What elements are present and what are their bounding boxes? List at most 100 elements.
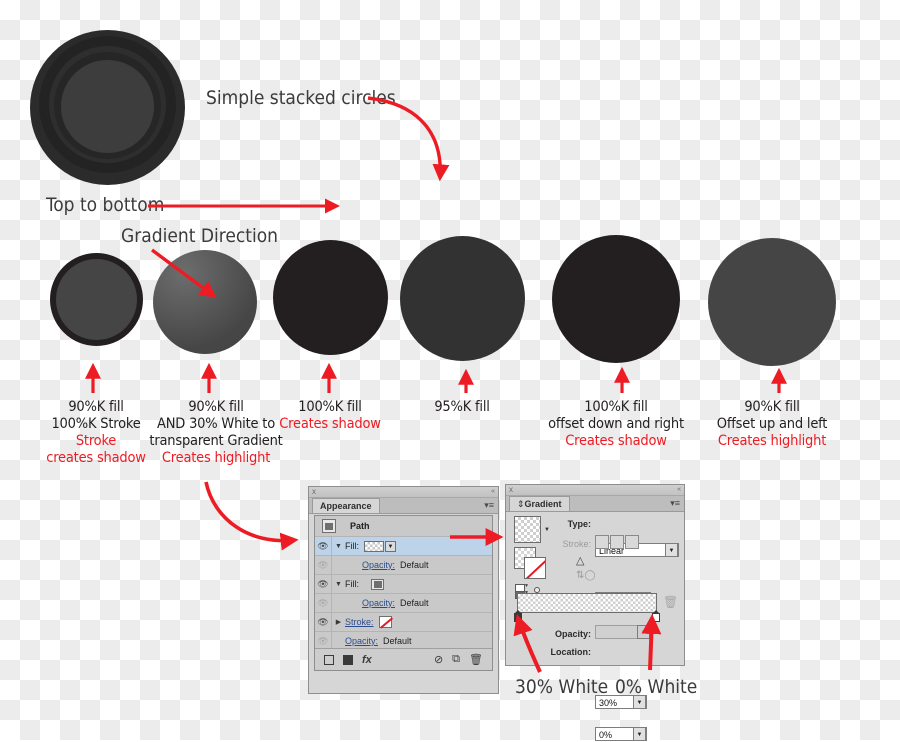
- fill-label-1: Fill:: [345, 541, 359, 551]
- chevron-down-icon-type[interactable]: ▼: [665, 543, 678, 557]
- caption-6-fill: 90%K fill: [744, 399, 800, 415]
- new-fill-icon[interactable]: [324, 654, 334, 665]
- circle-5: [552, 235, 680, 363]
- label-simple-stacked-circles: Simple stacked circles: [206, 87, 396, 109]
- collapse-icon[interactable]: «: [491, 487, 495, 497]
- stroke-gradient-across-icon[interactable]: [625, 535, 639, 549]
- visibility-eye-icon-2[interactable]: 👁: [315, 575, 332, 593]
- appearance-panel-titlebar[interactable]: x «: [309, 487, 498, 498]
- close-icon[interactable]: x: [312, 487, 316, 497]
- gradient-location-value: 0%: [599, 730, 613, 740]
- gradient-tab-icon: ⇕: [517, 499, 525, 509]
- none-slash-icon: [525, 558, 545, 578]
- caption-2-effect-1: Creates highlight: [161, 450, 271, 466]
- caption-3-effect-1: Creates shadow: [279, 416, 381, 432]
- label-0-white: 0% White: [615, 676, 698, 698]
- chevron-down-icon[interactable]: ▼: [332, 543, 345, 550]
- fx-icon[interactable]: fx: [362, 654, 372, 666]
- appearance-row-stroke[interactable]: 👁 ▶ Stroke:: [315, 613, 492, 632]
- tab-appearance[interactable]: Appearance: [312, 498, 380, 513]
- arrow-simple-stacked-circles: [367, 96, 450, 182]
- opacity-value-3: Default: [383, 636, 412, 646]
- chevron-down-icon-location[interactable]: ▼: [633, 727, 646, 741]
- gradient-stop-right[interactable]: [652, 610, 660, 622]
- gradient-swatch-icon[interactable]: [364, 540, 384, 552]
- label-top-to-bottom: Top to bottom: [46, 194, 165, 216]
- panel-menu-icon-gradient[interactable]: ▾≡: [670, 497, 680, 510]
- stacked-ring-inner: [61, 60, 154, 153]
- appearance-list: Path 👁 ▼ Fill: ▼ 👁 Opacity: Default 👁 ▼ …: [314, 515, 493, 671]
- opacity-value-2: Default: [400, 598, 429, 608]
- chevron-down-icon-aspect[interactable]: ▼: [637, 625, 650, 639]
- label-30-white: 30% White: [515, 676, 609, 698]
- opacity-value-1: Default: [400, 560, 429, 570]
- gradient-location-label: Location:: [550, 647, 592, 657]
- opacity-link-3[interactable]: Opacity:: [345, 636, 378, 646]
- type-label: Type:: [567, 519, 591, 529]
- gradient-stop-left[interactable]: [514, 610, 522, 622]
- caption-6-effect-1: Creates highlight: [717, 433, 827, 449]
- gradient-preview-swatch[interactable]: [514, 516, 541, 543]
- gradient-location-input[interactable]: 0% ▼: [595, 727, 647, 741]
- gradient-opacity-label: Opacity:: [554, 629, 591, 639]
- object-thumbnail-icon: [322, 519, 336, 533]
- appearance-panel[interactable]: x « Appearance ▾≡ Path 👁 ▼ Fill: ▼ 👁 Opa…: [308, 486, 499, 694]
- appearance-row-fill2-opacity[interactable]: 👁 Opacity: Default: [315, 594, 492, 613]
- fill-label-2: Fill:: [345, 579, 359, 589]
- visibility-eye-icon-3[interactable]: 👁: [315, 613, 332, 631]
- chevron-right-icon[interactable]: ▶: [332, 618, 345, 626]
- no-stroke-swatch-icon[interactable]: [378, 616, 392, 628]
- panel-menu-icon[interactable]: ▾≡: [484, 499, 494, 512]
- tab-gradient[interactable]: ⇕Gradient: [509, 496, 570, 511]
- delete-item-icon[interactable]: 🗑: [469, 653, 483, 666]
- solid-fill-swatch-icon[interactable]: [371, 578, 384, 590]
- appearance-tabstrip[interactable]: Appearance ▾≡: [309, 498, 498, 514]
- visibility-eye-dim-icon-2[interactable]: 👁: [315, 594, 332, 612]
- delete-stop-icon[interactable]: 🗑: [663, 595, 678, 609]
- gradient-tab-label: Gradient: [524, 499, 562, 509]
- caption-6-stroke: Offset up and left: [716, 416, 828, 432]
- appearance-row-fill-solid[interactable]: 👁 ▼ Fill:: [315, 575, 492, 594]
- caption-3-fill: 100%K fill: [298, 399, 362, 415]
- circle-3: [273, 240, 388, 355]
- circle-4: [400, 236, 525, 361]
- collapse-icon-gradient[interactable]: «: [677, 485, 681, 495]
- visibility-eye-dim-icon[interactable]: 👁: [315, 556, 332, 574]
- gradient-panel-titlebar[interactable]: x «: [506, 485, 684, 496]
- circle-6: [708, 238, 836, 366]
- gradient-slider-bar[interactable]: [517, 593, 657, 613]
- stroke-gradient-options: [595, 535, 639, 549]
- gradient-aspect-input[interactable]: ▼: [595, 625, 651, 639]
- visibility-eye-icon[interactable]: 👁: [315, 537, 332, 555]
- opacity-link-2[interactable]: Opacity:: [362, 598, 395, 608]
- swatch-dropdown-icon[interactable]: ▼: [385, 540, 396, 552]
- stroke-gradient-along-icon[interactable]: [610, 535, 624, 549]
- angle-icon: △: [576, 555, 585, 567]
- new-stroke-icon[interactable]: [343, 654, 353, 665]
- gradient-panel[interactable]: x « ⇕Gradient ▾≡ ▼ ▼ ▼ Type: Linear ▼: [505, 484, 685, 741]
- clear-appearance-icon[interactable]: ⊘: [434, 653, 443, 666]
- appearance-row-fill1-opacity[interactable]: 👁 Opacity: Default: [315, 556, 492, 575]
- chevron-down-icon-2[interactable]: ▼: [332, 581, 345, 588]
- stacked-circles-illustration: [30, 30, 185, 185]
- gradient-tabstrip[interactable]: ⇕Gradient ▾≡: [506, 496, 684, 512]
- stroke-gradient-label: Stroke:: [562, 539, 591, 549]
- opacity-link-1[interactable]: Opacity:: [362, 560, 395, 570]
- stroke-proxy-swatch[interactable]: [524, 557, 546, 579]
- aspect-ratio-icon: ⇅◯: [576, 570, 596, 581]
- caption-4-fill: 95%K fill: [434, 399, 490, 415]
- arrow-highlight-to-appearance: [204, 481, 299, 551]
- circle-2: [153, 250, 257, 354]
- duplicate-item-icon[interactable]: ⧉: [452, 653, 460, 666]
- caption-circle-6: 90%K fill Offset up and left Creates hig…: [672, 399, 872, 450]
- gradient-preview-dropdown-icon[interactable]: ▼: [544, 527, 550, 533]
- caption-2-extra: transparent Gradient: [149, 433, 283, 449]
- appearance-object-row[interactable]: Path: [315, 516, 492, 537]
- canvas: Simple stacked circles Top to bottom Gra…: [0, 0, 900, 741]
- appearance-row-fill-gradient[interactable]: 👁 ▼ Fill: ▼: [315, 537, 492, 556]
- label-gradient-direction: Gradient Direction: [121, 225, 279, 247]
- close-icon-gradient[interactable]: x: [509, 485, 513, 495]
- stroke-gradient-within-icon[interactable]: [595, 535, 609, 549]
- stroke-label[interactable]: Stroke:: [345, 617, 374, 627]
- appearance-footer-toolbar[interactable]: fx ⊘ ⧉ 🗑: [315, 648, 492, 670]
